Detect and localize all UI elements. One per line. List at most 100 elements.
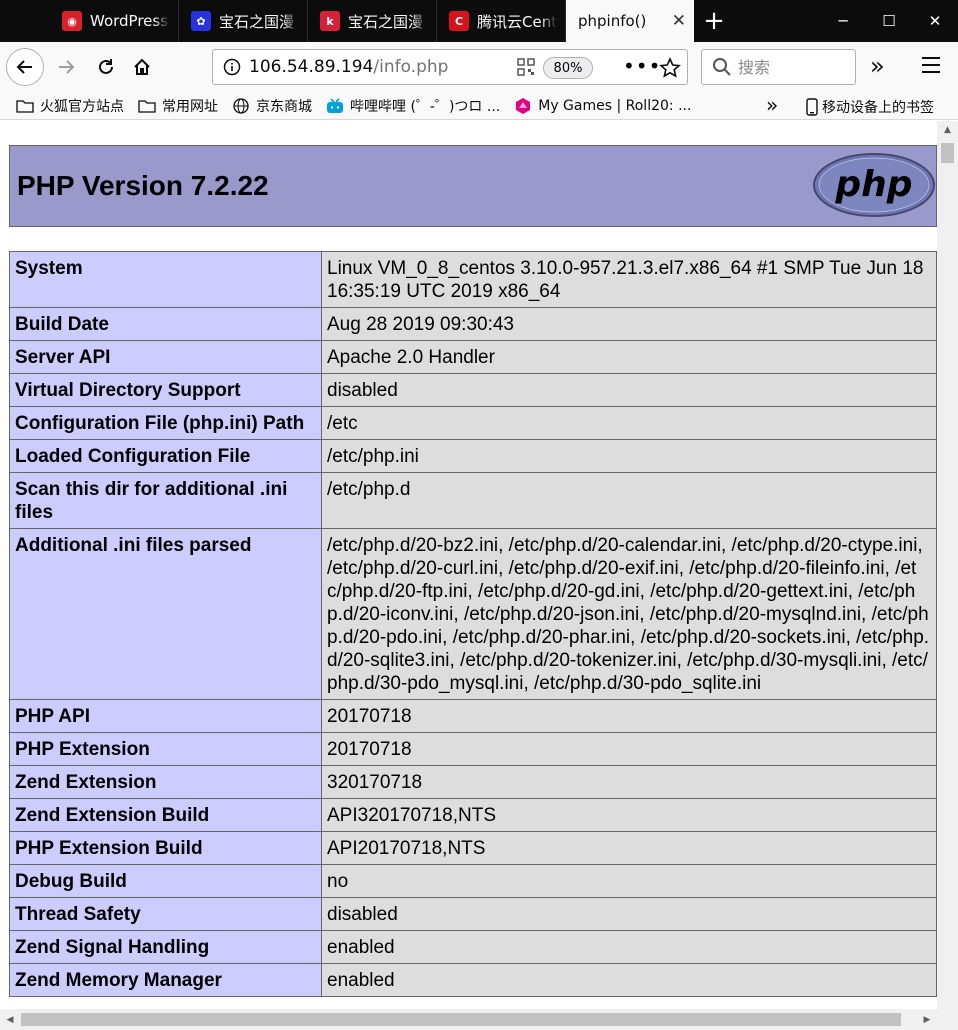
setting-name: Virtual Directory Support (9, 373, 322, 407)
page-title: PHP Version 7.2.22 (17, 170, 269, 201)
tencent-cloud-icon: C (449, 11, 469, 31)
vertical-scroll-thumb[interactable] (941, 143, 954, 163)
bookmark-item[interactable]: 京东商城 (232, 96, 312, 116)
setting-value: no (321, 864, 937, 898)
setting-name: Additional .ini files parsed (9, 528, 322, 700)
tab-label: 腾讯云Cent (477, 12, 557, 31)
tab-0[interactable]: ◉ WordPress (50, 0, 179, 42)
setting-value: /etc/php.d/20-bz2.ini, /etc/php.d/20-cal… (321, 528, 937, 700)
table-row: Server API Apache 2.0 Handler (9, 340, 937, 374)
table-row: Zend Extension 320170718 (9, 765, 937, 799)
table-row: Scan this dir for additional .ini files /… (9, 472, 937, 529)
setting-name: Debug Build (9, 864, 322, 898)
setting-name: Configuration File (php.ini) Path (9, 406, 322, 440)
table-row: Build Date Aug 28 2019 09:30:43 (9, 307, 937, 341)
setting-name: Zend Extension Build (9, 798, 322, 832)
bookmark-item[interactable]: 常用网址 (138, 96, 218, 116)
window-controls: ─ ☐ ✕ (820, 0, 958, 42)
navigation-toolbar: 106.54.89.194/info.php 80% ••• » (0, 42, 958, 92)
tab-1[interactable]: ✿ 宝石之国漫 (179, 0, 308, 42)
bookmark-label: 京东商城 (256, 98, 312, 115)
bookmarks-toolbar: 火狐官方站点 常用网址 京东商城 哔哩哔哩 (゜-゜)つロ ... My Games |… (0, 92, 958, 120)
vertical-scrollbar[interactable]: ▲ (937, 121, 958, 1009)
tab-label: phpinfo() (578, 12, 647, 30)
page-actions-menu-icon[interactable]: ••• (623, 54, 661, 78)
address-bar[interactable]: 106.54.89.194/info.php 80% ••• (212, 49, 688, 85)
hamburger-menu-button[interactable] (922, 56, 942, 78)
tab-4[interactable]: phpinfo() ✕ (566, 0, 694, 42)
setting-name: Scan this dir for additional .ini files (9, 472, 322, 529)
tab-2[interactable]: k 宝石之国漫 (308, 0, 437, 42)
setting-value: enabled (321, 963, 937, 997)
setting-value: Aug 28 2019 09:30:43 (321, 307, 937, 341)
table-row: Zend Memory Manager enabled (9, 963, 937, 997)
horizontal-scroll-thumb[interactable] (21, 1013, 901, 1026)
bookmark-item[interactable]: My Games | Roll20: ... (514, 96, 691, 116)
setting-value: Linux VM_0_8_centos 3.10.0-957.21.3.el7.… (321, 251, 937, 308)
table-row: Virtual Directory Support disabled (9, 373, 937, 407)
setting-value: disabled (321, 373, 937, 407)
close-window-button[interactable]: ✕ (912, 0, 958, 42)
url-host: 106.54.89.194 (249, 57, 374, 77)
php-logo: php (813, 153, 935, 217)
forward-button[interactable] (48, 49, 84, 85)
table-row: Loaded Configuration File/etc/php.ini (9, 439, 937, 473)
tab-list: ◉ WordPress ✿ 宝石之国漫 k 宝石之国漫 C 腾讯云Cent phpinfo() ✕ (50, 0, 694, 42)
setting-value: /etc/php.ini (321, 439, 937, 473)
overflow-menu-button[interactable]: » (870, 52, 885, 80)
folder-icon (138, 98, 156, 114)
tab-strip: ◉ WordPress ✿ 宝石之国漫 k 宝石之国漫 C 腾讯云Cent phpinfo() ✕… (0, 0, 958, 42)
back-arrow-icon (16, 60, 32, 74)
table-row: Debug Build no (9, 864, 937, 898)
bookmark-list: 火狐官方站点 常用网址 京东商城 哔哩哔哩 (゜-゜)つロ ... My Games |… (16, 96, 705, 116)
back-button[interactable] (6, 48, 44, 86)
tab-label: 宝石之国漫 (219, 12, 295, 31)
bookmark-item[interactable]: 火狐官方站点 (16, 96, 124, 116)
setting-name: Thread Safety (9, 897, 322, 931)
search-bar[interactable] (701, 49, 856, 85)
search-input[interactable] (738, 57, 838, 77)
setting-name: Zend Extension (9, 765, 322, 799)
table-row: Zend Extension Build API320170718,NTS (9, 798, 937, 832)
setting-value: 20170718 (321, 699, 937, 733)
bilibili-icon (326, 97, 344, 114)
svg-text:php: php (834, 164, 912, 205)
search-icon (713, 58, 731, 76)
bookmark-item[interactable]: 哔哩哔哩 (゜-゜)つロ ... (326, 96, 500, 116)
table-row: Configuration File (php.ini) Path/etc (9, 406, 937, 440)
maximize-button[interactable]: ☐ (866, 0, 912, 42)
home-button[interactable] (124, 49, 160, 85)
scroll-right-arrow-icon[interactable]: ▶ (917, 1009, 937, 1030)
new-tab-button[interactable]: + (694, 0, 734, 42)
reload-icon (99, 59, 113, 74)
zoom-level-button[interactable]: 80% (543, 57, 593, 79)
qr-code-icon[interactable] (517, 58, 535, 76)
scroll-left-arrow-icon[interactable]: ◀ (0, 1009, 20, 1030)
close-tab-icon[interactable]: ✕ (672, 11, 686, 31)
info-icon[interactable] (223, 58, 241, 76)
url-text[interactable]: 106.54.89.194/info.php (249, 57, 448, 77)
setting-name: Zend Memory Manager (9, 963, 322, 997)
url-path: /info.php (373, 57, 449, 77)
setting-name: Build Date (9, 307, 322, 341)
table-row: System Linux VM_0_8_centos 3.10.0-957.21.… (9, 251, 937, 308)
setting-name: Loaded Configuration File (9, 439, 322, 473)
minimize-button[interactable]: ─ (820, 0, 866, 42)
table-row: Zend Signal Handling enabled (9, 930, 937, 964)
setting-value: enabled (321, 930, 937, 964)
setting-value: disabled (321, 897, 937, 931)
scroll-up-arrow-icon[interactable]: ▲ (937, 121, 958, 139)
phpinfo-table: System Linux VM_0_8_centos 3.10.0-957.21.… (9, 251, 937, 997)
mobile-bookmarks-folder[interactable]: 移动设备上的书签 (806, 97, 934, 117)
bookmark-star-icon[interactable] (659, 57, 681, 79)
table-row: Additional .ini files parsed/etc/php.d/2… (9, 528, 937, 700)
globe-icon (232, 97, 250, 114)
tab-strip-spacer (0, 0, 50, 42)
tab-3[interactable]: C 腾讯云Cent (437, 0, 566, 42)
setting-value: Apache 2.0 Handler (321, 340, 937, 374)
bookmarks-overflow-button[interactable]: » (766, 93, 778, 117)
setting-name: PHP API (9, 699, 322, 733)
reload-button[interactable] (88, 49, 124, 85)
bookmark-label: 哔哩哔哩 (゜-゜)つロ ... (350, 98, 501, 115)
horizontal-scrollbar[interactable]: ◀ ▶ (0, 1009, 958, 1030)
